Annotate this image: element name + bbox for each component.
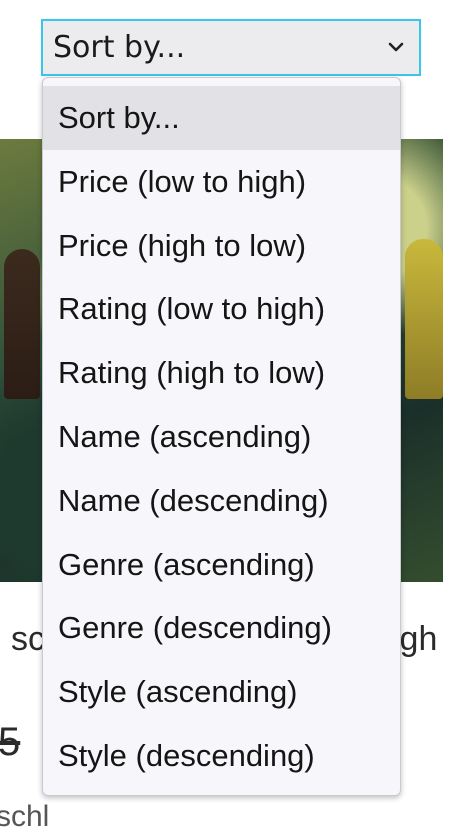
sort-option-default[interactable]: Sort by... [43,86,400,150]
painting-figure-left [4,249,40,399]
sort-option-name-asc[interactable]: Name (ascending) [43,405,400,469]
sort-option-name-desc[interactable]: Name (descending) [43,469,400,533]
sort-select-value: Sort by... [53,30,186,65]
product-subtitle: schl [0,800,50,833]
sort-option-price-high-low[interactable]: Price (high to low) [43,214,400,278]
product-price: 5 [0,720,21,764]
product-title-left-fragment: l sc [0,620,45,658]
sort-option-genre-asc[interactable]: Genre (ascending) [43,533,400,597]
sort-option-style-asc[interactable]: Style (ascending) [43,660,400,724]
sort-option-price-low-high[interactable]: Price (low to high) [43,150,400,214]
chevron-down-icon [388,42,404,52]
sort-select[interactable]: Sort by... [41,19,421,76]
sort-option-genre-desc[interactable]: Genre (descending) [43,596,400,660]
sort-dropdown-list: Sort by... Price (low to high) Price (hi… [42,77,401,796]
sort-option-rating-high-low[interactable]: Rating (high to low) [43,341,400,405]
sort-option-style-desc[interactable]: Style (descending) [43,724,400,788]
sort-option-rating-low-high[interactable]: Rating (low to high) [43,277,400,341]
painting-figure-right [405,239,443,399]
